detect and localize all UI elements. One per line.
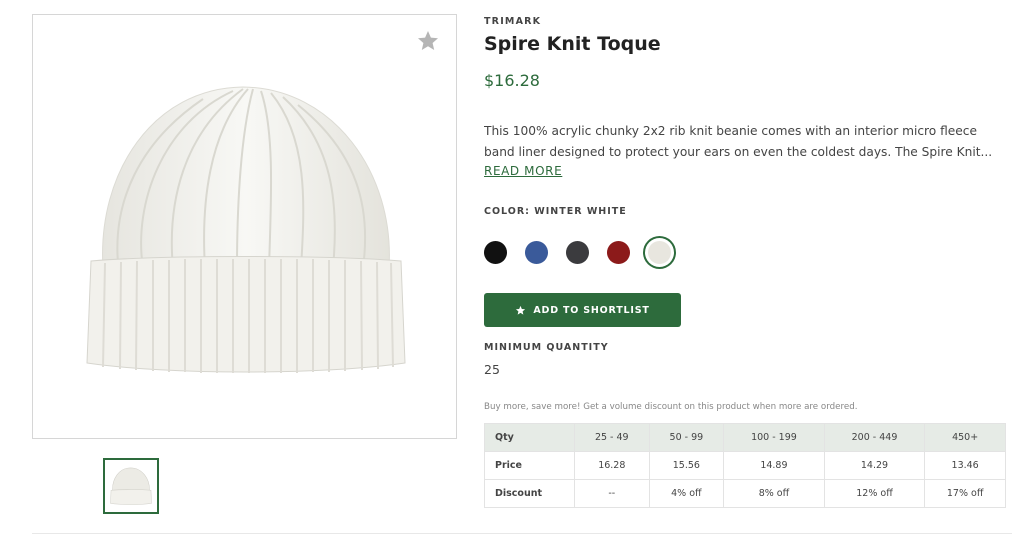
beanie-thumbnail-illustration xyxy=(110,467,152,505)
shortlist-button-label: ADD TO SHORTLIST xyxy=(533,304,650,316)
color-swatch-blue[interactable] xyxy=(525,241,548,264)
table-row: Price 16.28 15.56 14.89 14.29 13.46 xyxy=(484,451,1006,480)
table-cell: 16.28 xyxy=(574,451,650,480)
table-cell: 14.29 xyxy=(823,451,926,480)
table-cell: 4% off xyxy=(648,479,725,508)
thumbnail-image[interactable] xyxy=(103,458,159,514)
table-cell: 15.56 xyxy=(648,451,725,480)
add-to-shortlist-button[interactable]: ADD TO SHORTLIST xyxy=(484,293,681,327)
read-more-link[interactable]: READ MORE xyxy=(484,164,562,178)
table-header-row: Qty 25 - 49 50 - 99 100 - 199 200 - 449 … xyxy=(484,423,1006,452)
table-header-cell: 50 - 99 xyxy=(648,423,725,452)
table-header-cell: 200 - 449 xyxy=(823,423,926,452)
minimum-quantity-label: MINIMUM QUANTITY xyxy=(484,342,609,353)
minimum-quantity-value: 25 xyxy=(484,362,500,377)
table-cell: -- xyxy=(574,479,650,508)
divider xyxy=(32,533,1012,534)
pricing-table: Qty 25 - 49 50 - 99 100 - 199 200 - 449 … xyxy=(484,423,1006,508)
table-cell: 13.46 xyxy=(924,451,1006,480)
table-header-cell: 450+ xyxy=(924,423,1006,452)
table-cell: Price xyxy=(484,451,575,480)
table-cell: 12% off xyxy=(823,479,926,508)
table-cell: 14.89 xyxy=(723,451,825,480)
star-icon[interactable] xyxy=(416,29,440,53)
color-swatch-winter-white[interactable] xyxy=(648,241,671,264)
table-cell: Discount xyxy=(484,479,575,508)
table-header-cell: 100 - 199 xyxy=(723,423,825,452)
product-image[interactable] xyxy=(32,14,457,439)
color-label: COLOR: WINTER WHITE xyxy=(484,206,627,217)
product-title: Spire Knit Toque xyxy=(484,33,661,55)
product-description: This 100% acrylic chunky 2x2 rib knit be… xyxy=(484,124,993,159)
table-row: Discount -- 4% off 8% off 12% off 17% of… xyxy=(484,479,1006,508)
beanie-illustration xyxy=(86,86,406,373)
color-swatch-black[interactable] xyxy=(484,241,507,264)
table-cell: 17% off xyxy=(924,479,1006,508)
table-cell: 8% off xyxy=(723,479,825,508)
color-swatch-red[interactable] xyxy=(607,241,630,264)
table-header-cell: 25 - 49 xyxy=(574,423,650,452)
color-swatch-charcoal[interactable] xyxy=(566,241,589,264)
volume-discount-note: Buy more, save more! Get a volume discou… xyxy=(484,402,858,412)
brand-name: TRIMARK xyxy=(484,16,542,27)
product-price: $16.28 xyxy=(484,71,540,90)
star-icon xyxy=(516,305,526,315)
table-header-cell: Qty xyxy=(484,423,575,452)
